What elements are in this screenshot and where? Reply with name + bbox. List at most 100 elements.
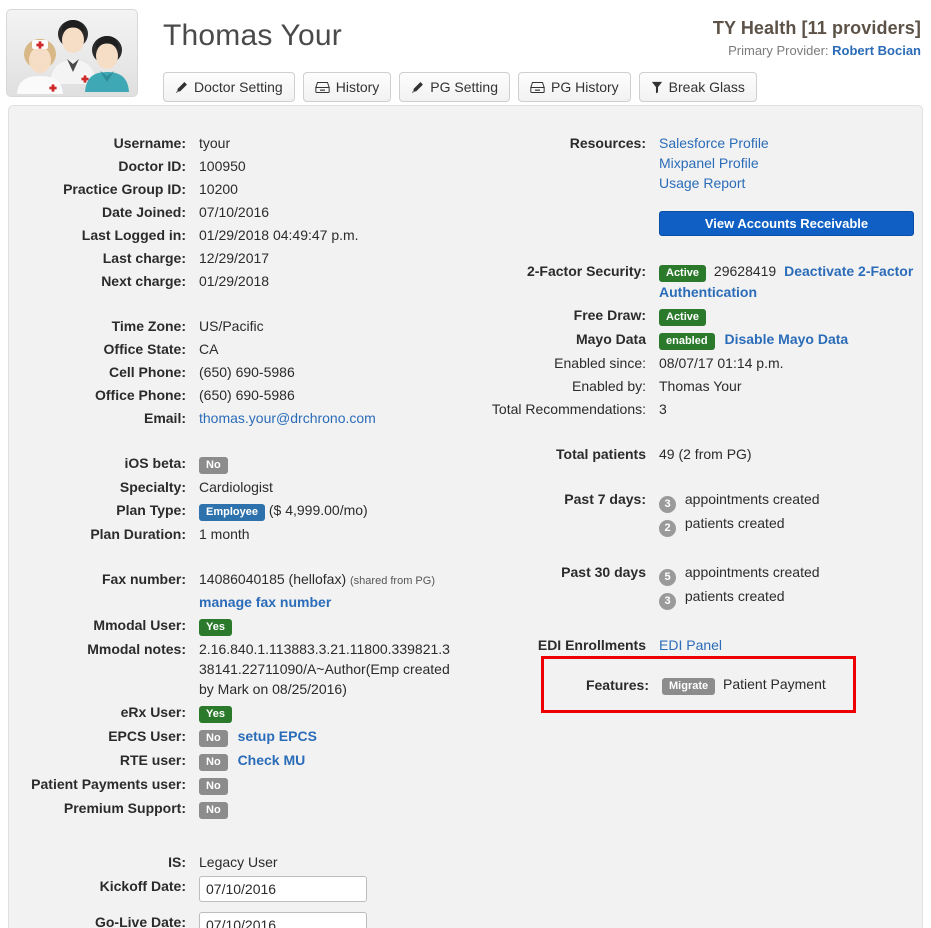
mmodal-notes-label: Mmodal notes:	[87, 641, 186, 657]
premium-support-badge: No	[199, 802, 228, 819]
field-golive-date: Go-Live Date:	[9, 910, 469, 928]
page-title: Thomas Your	[163, 19, 342, 52]
kickoff-date-label: Kickoff Date:	[99, 878, 186, 894]
past-30-appointments-text: appointments created	[684, 564, 820, 580]
office-state-label: Office State:	[103, 341, 186, 357]
field-patient-payments-user: Patient Payments user: No	[9, 772, 469, 795]
mixpanel-profile-link[interactable]: Mixpanel Profile	[659, 155, 759, 171]
field-specialty: Specialty: Cardiologist	[9, 475, 469, 497]
doctor-setting-button[interactable]: Doctor Setting	[163, 72, 295, 102]
ios-beta-badge: No	[199, 457, 228, 474]
field-past-7-days: Past 7 days: 3 appointments created 2 pa…	[469, 487, 924, 537]
two-factor-label: 2-Factor Security:	[526, 263, 646, 279]
golive-date-input[interactable]	[199, 912, 367, 928]
date-joined-label: Date Joined:	[101, 204, 186, 220]
is-label: IS:	[168, 854, 186, 870]
pg-history-button[interactable]: PG History	[517, 72, 631, 102]
org-info: TY Health [11 providers] Primary Provide…	[713, 18, 921, 58]
check-mu-link[interactable]: Check MU	[238, 752, 306, 768]
pg-setting-button[interactable]: PG Setting	[399, 72, 510, 102]
doctor-id-label: Doctor ID:	[118, 158, 186, 174]
past-7-appointments-text: appointments created	[684, 491, 820, 507]
pg-history-label: PG History	[550, 79, 619, 95]
field-time-zone: Time Zone: US/Pacific	[9, 314, 469, 336]
plan-duration-value: 1 month	[199, 526, 250, 542]
total-patients-value: 49 (2 from PG)	[659, 446, 752, 462]
break-glass-label: Break Glass	[668, 79, 745, 95]
setup-epcs-link[interactable]: setup EPCS	[238, 728, 317, 744]
past-7-patients-count: 2	[659, 520, 676, 537]
field-is: IS: Legacy User	[9, 850, 469, 872]
rte-user-label: RTE user:	[119, 752, 186, 768]
detail-panel: Username: tyour Doctor ID: 100950 Practi…	[8, 105, 923, 928]
history-label: History	[335, 79, 380, 95]
kickoff-date-input[interactable]	[199, 876, 367, 902]
doctor-setting-label: Doctor Setting	[194, 79, 283, 95]
practice-group-id-label: Practice Group ID:	[63, 181, 186, 197]
past-7-days-label: Past 7 days:	[564, 491, 646, 507]
view-accounts-receivable-button[interactable]: View Accounts Receivable	[659, 211, 914, 236]
past-30-patients-text: patients created	[684, 588, 785, 604]
field-kickoff-date: Kickoff Date:	[9, 874, 469, 902]
field-free-draw: Free Draw: Active	[469, 303, 924, 326]
field-plan-duration: Plan Duration: 1 month	[9, 522, 469, 544]
salesforce-profile-link[interactable]: Salesforce Profile	[659, 135, 769, 151]
break-glass-button[interactable]: Break Glass	[638, 72, 757, 102]
past-7-patients-text: patients created	[684, 515, 785, 531]
migrate-badge[interactable]: Migrate	[662, 678, 716, 695]
usage-report-link[interactable]: Usage Report	[659, 175, 745, 191]
enabled-since-value: 08/07/17 01:14 p.m.	[659, 355, 784, 371]
history-button[interactable]: History	[302, 72, 392, 102]
admin-doctor-detail-page: Thomas Your TY Health [11 providers] Pri…	[0, 0, 931, 928]
plan-duration-label: Plan Duration:	[90, 526, 186, 542]
field-mmodal-notes: Mmodal notes: 2.16.840.1.113883.3.21.118…	[9, 637, 469, 699]
primary-provider-label: Primary Provider:	[728, 43, 829, 58]
field-resources: Resources: Salesforce Profile Mixpanel P…	[469, 131, 924, 236]
golive-date-label: Go-Live Date:	[94, 914, 186, 928]
pencil-icon	[411, 81, 424, 94]
ios-beta-label: iOS beta:	[124, 455, 186, 471]
edi-panel-link[interactable]: EDI Panel	[659, 637, 722, 653]
patient-payments-user-badge: No	[199, 778, 228, 795]
field-erx-user: eRx User: Yes	[9, 700, 469, 723]
email-label: Email:	[143, 410, 186, 426]
avatar	[6, 9, 138, 97]
past-30-appointments: 5 appointments created	[659, 562, 924, 586]
field-enabled-since: Enabled since: 08/07/17 01:14 p.m.	[469, 351, 924, 373]
specialty-value: Cardiologist	[199, 479, 273, 495]
field-plan-type: Plan Type: Employee ($ 4,999.00/mo)	[9, 498, 469, 521]
date-joined-value: 07/10/2016	[199, 204, 270, 220]
office-state-value: CA	[199, 341, 219, 357]
action-button-row: Doctor Setting History PG Setting PG His…	[163, 72, 757, 102]
next-charge-value: 01/29/2018	[199, 273, 270, 289]
field-practice-group-id: Practice Group ID: 10200	[9, 177, 469, 199]
primary-provider-link[interactable]: Robert Bocian	[832, 43, 921, 58]
time-zone-value: US/Pacific	[199, 318, 264, 334]
two-factor-code: 29628419	[713, 263, 777, 279]
org-name: TY Health [11 providers]	[712, 18, 921, 38]
plan-type-badge: Employee	[199, 504, 265, 521]
primary-provider: Primary Provider: Robert Bocian	[713, 43, 921, 58]
page-header: Thomas Your TY Health [11 providers] Pri…	[0, 0, 931, 105]
mmodal-user-badge: Yes	[199, 619, 232, 636]
last-logged-in-label: Last Logged in:	[81, 227, 186, 243]
field-two-factor-security: 2-Factor Security: Active 29628419 Deact…	[469, 259, 924, 302]
practice-group-id-value: 10200	[199, 181, 238, 197]
erx-user-label: eRx User:	[120, 704, 186, 720]
office-phone-value: (650) 690-5986	[199, 387, 295, 403]
field-total-recommendations: Total Recommendations: 3	[469, 397, 924, 419]
field-edi-enrollments: EDI Enrollments EDI Panel	[469, 633, 924, 655]
pencil-icon	[175, 81, 188, 94]
field-office-phone: Office Phone: (650) 690-5986	[9, 383, 469, 405]
past-30-patients: 3 patients created	[659, 586, 924, 610]
mmodal-notes-value: 2.16.840.1.113883.3.21.11800.339821.3381…	[199, 641, 450, 697]
field-email: Email: thomas.your@drchrono.com	[9, 406, 469, 428]
disable-mayo-data-link[interactable]: Disable Mayo Data	[724, 331, 848, 347]
field-enabled-by: Enabled by: Thomas Your	[469, 374, 924, 396]
left-column: Username: tyour Doctor ID: 100950 Practi…	[9, 106, 469, 928]
manage-fax-number-link[interactable]: manage fax number	[199, 594, 331, 610]
email-link[interactable]: thomas.your@drchrono.com	[199, 410, 376, 426]
